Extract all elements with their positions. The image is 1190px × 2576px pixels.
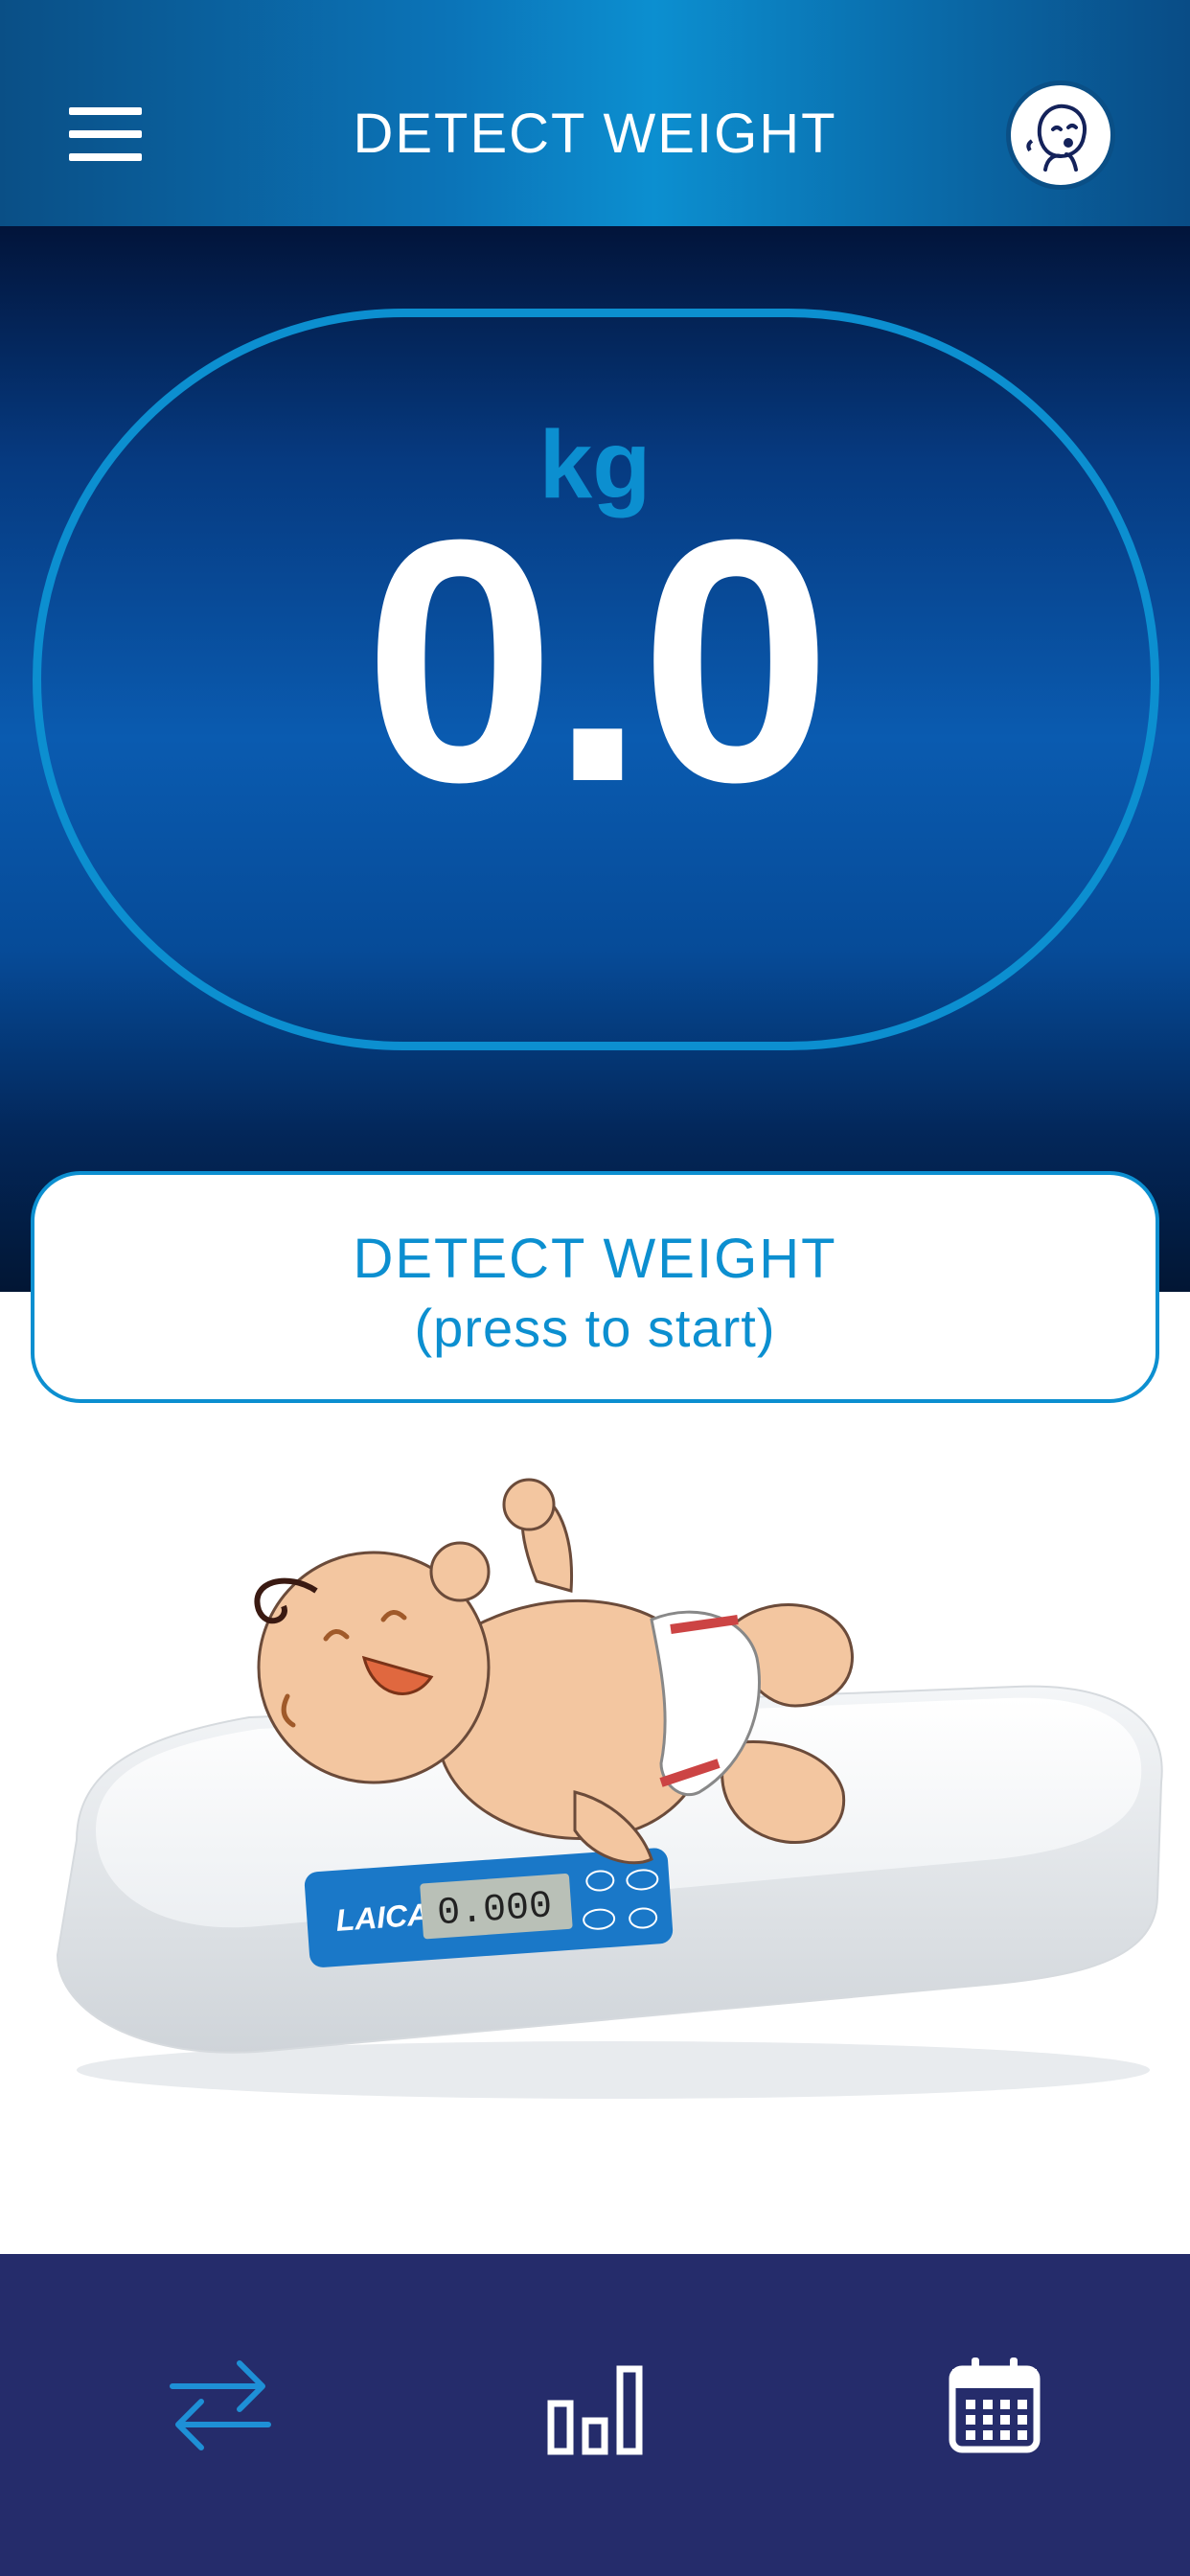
baby-on-scale-illustration: LAICA 0.000: [38, 1476, 1169, 2147]
baby-avatar-icon[interactable]: [1006, 80, 1115, 190]
detect-weight-button-hint: (press to start): [414, 1298, 776, 1358]
sync-arrows-icon[interactable]: [163, 2348, 278, 2463]
detect-weight-button-label: DETECT WEIGHT: [353, 1228, 837, 1290]
scale-lcd-reading: 0.000: [436, 1885, 554, 1936]
scale-brand-label: LAICA: [334, 1897, 430, 1938]
weight-value: 0.0: [363, 469, 832, 854]
calendar-icon[interactable]: [937, 2348, 1052, 2463]
bar-chart-icon[interactable]: [538, 2348, 652, 2463]
detect-weight-button[interactable]: DETECT WEIGHT (press to start): [31, 1171, 1159, 1403]
top-app-bar: DETECT WEIGHT: [0, 0, 1190, 226]
